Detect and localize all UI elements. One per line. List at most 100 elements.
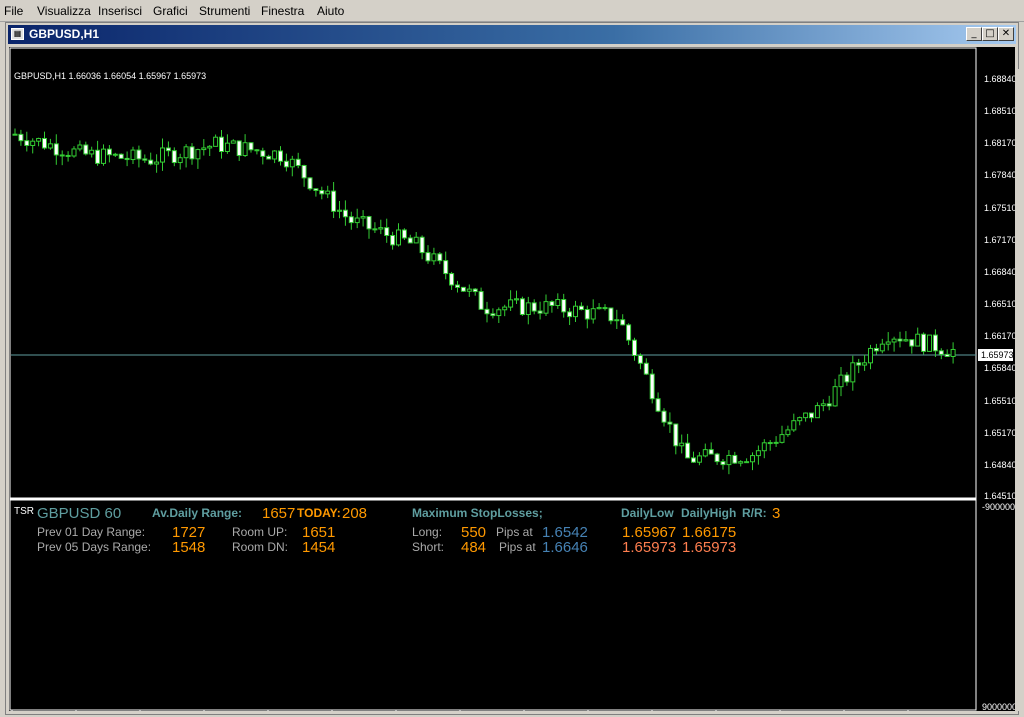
candle-body <box>820 403 826 407</box>
candle-body <box>295 158 301 167</box>
av-daily-range-value: 1657 <box>262 505 295 522</box>
candle-body <box>390 234 396 246</box>
candle-body <box>785 429 791 436</box>
candle-body <box>248 142 254 151</box>
candle-body <box>325 190 331 195</box>
candle-body <box>549 301 555 307</box>
candle-body <box>171 150 177 164</box>
candle-body <box>909 339 915 347</box>
candle-body <box>136 149 142 160</box>
room-up-label: Room UP: <box>232 525 287 539</box>
candle-body <box>242 142 248 157</box>
candle-body <box>773 441 779 444</box>
chart-area[interactable]: GBPUSD,H1 1.66036 1.66054 1.65967 1.6597… <box>9 47 1020 717</box>
price-chart[interactable]: GBPUSD,H1 1.66036 1.66054 1.65967 1.6597… <box>9 47 1020 717</box>
candle-body <box>767 442 773 445</box>
close-button[interactable]: ✕ <box>998 27 1014 41</box>
candle-body <box>561 299 567 313</box>
current-price-label: 1.65973 <box>981 350 1014 360</box>
candle-body <box>360 216 366 219</box>
price-label: 1.65840 <box>984 363 1015 373</box>
candle-body <box>856 362 862 366</box>
candle-body <box>195 149 201 160</box>
candle-body <box>278 150 283 162</box>
candle-body <box>307 177 313 190</box>
rr-label: R/R: <box>742 506 767 520</box>
candle-body <box>118 153 124 159</box>
candle-body <box>401 229 407 239</box>
vertical-scrollbar[interactable] <box>1018 69 1024 711</box>
price-axis: 1.68840 1.68510 1.68170 1.67840 1.67510 … <box>984 74 1017 501</box>
candle-body <box>372 228 378 231</box>
short-price: 1.6646 <box>542 539 588 556</box>
candle-body <box>596 307 602 310</box>
candle-body <box>319 190 325 195</box>
maximize-button[interactable]: □ <box>982 27 998 41</box>
candle-body <box>142 158 148 161</box>
candle-body <box>938 350 944 355</box>
candle-body <box>53 143 59 156</box>
candle-body <box>502 306 508 311</box>
candle-body <box>809 412 814 419</box>
candle-body <box>472 288 478 293</box>
candle-body <box>301 165 307 179</box>
candle-body <box>649 373 655 400</box>
short-value: 484 <box>461 539 486 556</box>
candle-body <box>283 160 289 168</box>
candle-body <box>814 405 820 419</box>
candle-body <box>207 145 213 149</box>
window-titlebar[interactable]: ▦ GBPUSD,H1 _ □ ✕ <box>8 25 1016 44</box>
candle-body <box>219 136 224 153</box>
candle-body <box>826 403 832 407</box>
candle-body <box>637 354 643 364</box>
candle-body <box>154 161 160 165</box>
menu-visualizza[interactable]: Visualizza <box>37 4 91 18</box>
menu-grafici[interactable]: Grafici <box>153 4 188 18</box>
candle-body <box>602 307 608 310</box>
max-stoplosses-label: Maximum StopLosses; <box>412 506 543 520</box>
menu-finestra[interactable]: Finestra <box>261 4 304 18</box>
long-pips-label: Pips at <box>496 525 533 539</box>
candle-body <box>708 449 714 455</box>
candle-body <box>844 374 850 383</box>
candle-body <box>348 216 354 224</box>
minimize-button[interactable]: _ <box>966 27 982 41</box>
candle-body <box>726 454 732 466</box>
indicator-window-frame <box>9 498 977 711</box>
main-chart-frame <box>9 47 977 499</box>
candle-body <box>514 298 519 301</box>
candle-body <box>927 334 932 352</box>
candle-body <box>850 362 856 383</box>
room-dn-label: Room DN: <box>232 540 288 554</box>
candle-body <box>873 347 879 352</box>
price-label: 1.67170 <box>984 235 1015 245</box>
price-label: 1.64840 <box>984 460 1015 470</box>
indicator-scale-bottom: 9000000 <box>982 702 1015 711</box>
menu-inserisci[interactable]: Inserisci <box>98 4 142 18</box>
candle-body <box>915 333 921 347</box>
candle-body <box>289 158 295 168</box>
window-title: GBPUSD,H1 <box>29 27 100 41</box>
price-label: 1.68510 <box>984 106 1015 116</box>
menu-file[interactable]: File <box>4 4 23 18</box>
candle-body <box>89 149 95 155</box>
candle-body <box>632 339 637 356</box>
price-label: 1.64510 <box>984 491 1015 501</box>
candle-body <box>65 154 71 157</box>
candle-body <box>165 147 171 152</box>
candle-body <box>112 153 118 156</box>
menu-strumenti[interactable]: Strumenti <box>199 4 250 18</box>
candle-body <box>272 150 278 160</box>
candle-body <box>838 374 844 388</box>
candle-body <box>230 140 236 144</box>
candle-body <box>685 442 691 459</box>
menu-aiuto[interactable]: Aiuto <box>317 4 344 18</box>
candle-body <box>337 209 342 212</box>
chart-window-icon: ▦ <box>11 28 24 40</box>
candle-body <box>478 291 484 310</box>
candle-body <box>236 140 242 157</box>
candle-body <box>732 454 738 464</box>
candle-body <box>567 311 573 318</box>
candle-body <box>490 313 496 317</box>
candle-body <box>183 146 189 159</box>
